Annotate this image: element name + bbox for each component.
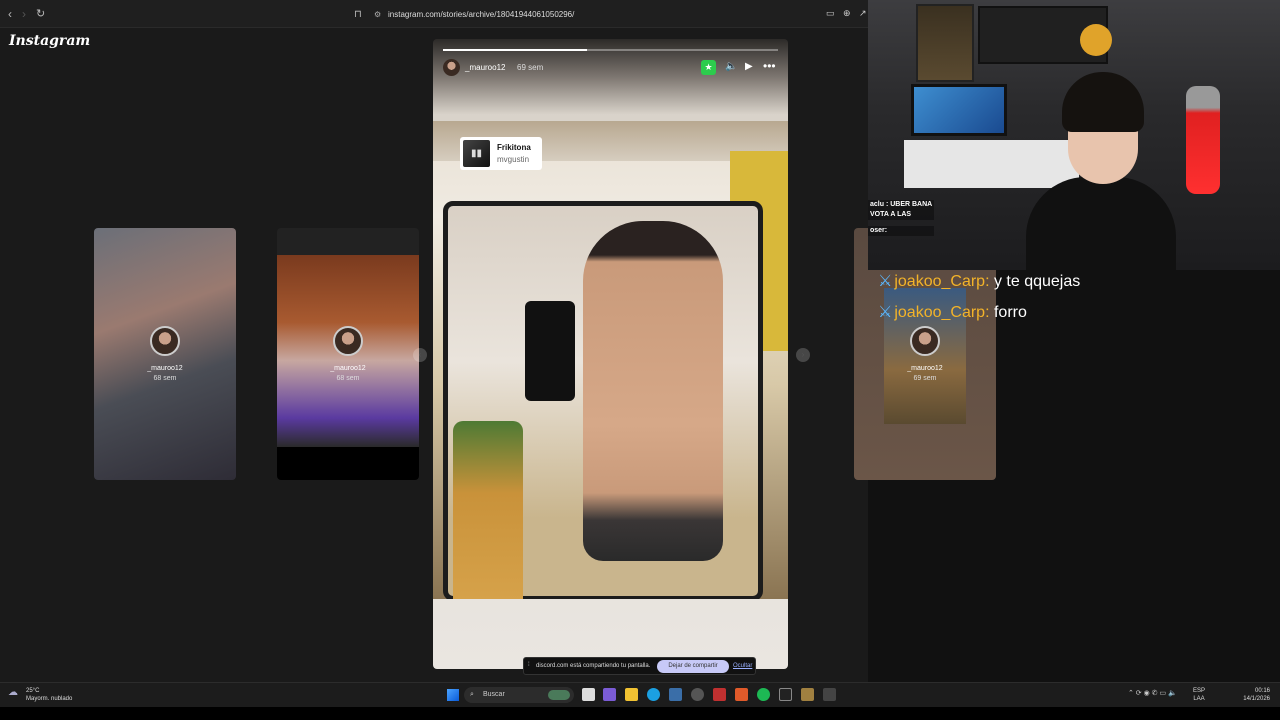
taskbar-search[interactable]: ⌕ Buscar [464, 687, 574, 703]
music-sticker[interactable]: ▮▮ Frikitona mvgustin [460, 137, 542, 170]
reload-icon[interactable]: ↻ [36, 7, 45, 20]
story-thumbnail[interactable]: _mauroo12 68 sem [94, 228, 236, 480]
weather-desc: Mayorm. nublado [26, 696, 73, 702]
chat-message: ⚔ joakoo_Carp: y te qquejas [878, 273, 1081, 290]
story-username: _mauroo12 [330, 365, 366, 372]
site-info-icon[interactable]: ⚙ [374, 7, 381, 23]
app-icon[interactable] [713, 688, 726, 701]
search-icon: ⌕ [470, 691, 474, 698]
url-text: instagram.com/stories/archive/1804194406… [388, 10, 575, 19]
app-icon[interactable] [801, 688, 814, 701]
chat-text: y te qquejas [993, 273, 1081, 290]
music-title: Frikitona [497, 143, 531, 152]
story-age: 68 sem [153, 375, 177, 382]
instagram-page: Instagram _mauroo12 68 sem _mauroo12 68 … [0, 28, 996, 682]
story-age: 68 sem [336, 375, 360, 382]
more-options-icon[interactable]: ••• [763, 59, 776, 73]
task-view-icon[interactable] [582, 688, 595, 701]
sword-icon: ⚔ [878, 304, 893, 321]
spotify-icon[interactable] [757, 688, 770, 701]
chat-panel: ⚔ joakoo_Carp: y te qquejas ⚔ joakoo_Carp:… [878, 272, 1268, 334]
drag-handle-icon[interactable]: ⁞ [528, 662, 530, 668]
start-button[interactable] [447, 689, 459, 701]
story-photo [433, 121, 788, 599]
open-external-icon[interactable]: ↗ [859, 8, 867, 19]
hide-button[interactable]: Ocultar [733, 663, 752, 669]
capcut-icon[interactable] [779, 688, 792, 701]
webcam-feed: aclu : UBER BANA VOTA A LAS oser: [868, 0, 1280, 270]
app-icon[interactable] [691, 688, 704, 701]
chat-text: forro [993, 304, 1027, 321]
close-friends-star-icon: ★ [701, 60, 716, 75]
stop-sharing-button[interactable]: Dejar de compartir [657, 660, 729, 673]
system-tray[interactable]: ⌃ ⟳ ◉ ✆ ▭ 🔈 [1128, 689, 1177, 697]
microphone [1186, 86, 1220, 194]
cast-icon[interactable]: ▭ [826, 8, 835, 19]
language-indicator[interactable]: ESP LAA [1193, 687, 1205, 703]
avatar [333, 326, 363, 356]
back-icon[interactable]: ‹ [8, 7, 12, 21]
file-explorer-icon[interactable] [625, 688, 638, 701]
chat-username: joakoo_Carp [894, 304, 986, 321]
cloud-icon: ☁ [8, 687, 18, 698]
story-age: 69 sem [517, 63, 544, 72]
address-bar[interactable]: ⊓ ⚙ instagram.com/stories/archive/180419… [350, 7, 870, 23]
chat-message: ⚔ joakoo_Carp: forro [878, 304, 1027, 321]
story-header: _mauroo12 69 sem ★ 🔈 ▶ ••• [443, 59, 778, 77]
story-username: _mauroo12 [147, 365, 183, 372]
taskbar: ☁ 25°C Mayorm. nublado ⌕ Buscar ⌃ ⟳ ◉ ✆ … [0, 682, 1280, 707]
music-bars-icon: ▮▮ [463, 140, 490, 167]
story-progress-bar [443, 49, 778, 51]
browser-toolbar: ‹ › ↻ ⊓ ⚙ instagram.com/stories/archive/… [0, 0, 868, 28]
play-icon[interactable]: ▶ [745, 61, 753, 72]
screen-share-bar: ⁞ discord.com está compartiendo tu panta… [523, 657, 756, 675]
sword-icon: ⚔ [878, 273, 893, 290]
share-notice: discord.com está compartiendo tu pantall… [536, 663, 651, 669]
avatar [150, 326, 180, 356]
edge-icon[interactable] [647, 688, 660, 701]
story-username[interactable]: _mauroo12 [465, 63, 505, 72]
temperature: 25°C [26, 688, 40, 694]
app-icon[interactable] [823, 688, 836, 701]
avatar[interactable] [443, 59, 460, 76]
brave-icon[interactable] [735, 688, 748, 701]
story-thumbnail[interactable]: _mauroo12 68 sem [277, 228, 419, 480]
main-story-viewer[interactable]: _mauroo12 69 sem ★ 🔈 ▶ ••• ▮▮ Frikitona … [433, 39, 788, 669]
instagram-logo[interactable]: Instagram [9, 33, 90, 49]
previous-story-icon[interactable]: ‹ [413, 348, 427, 362]
bookmark-icon[interactable]: ⊓ [354, 7, 362, 23]
clock[interactable]: 00:16 14/1/2026 [1240, 687, 1270, 703]
next-story-icon[interactable]: › [796, 348, 810, 362]
chat-username: joakoo_Carp [894, 273, 986, 290]
app-icon[interactable] [669, 688, 682, 701]
zoom-icon[interactable]: ⊕ [843, 8, 851, 19]
volume-icon[interactable]: 🔈 [725, 61, 737, 72]
stream-overlay-text: aclu : UBER BANA VOTA A LAS oser: [868, 200, 935, 236]
teams-icon[interactable] [603, 688, 616, 701]
music-artist: mvgustin [497, 155, 530, 164]
forward-icon[interactable]: › [22, 7, 26, 21]
story-age: 69 sem [913, 375, 937, 382]
story-username: _mauroo12 [907, 365, 943, 372]
